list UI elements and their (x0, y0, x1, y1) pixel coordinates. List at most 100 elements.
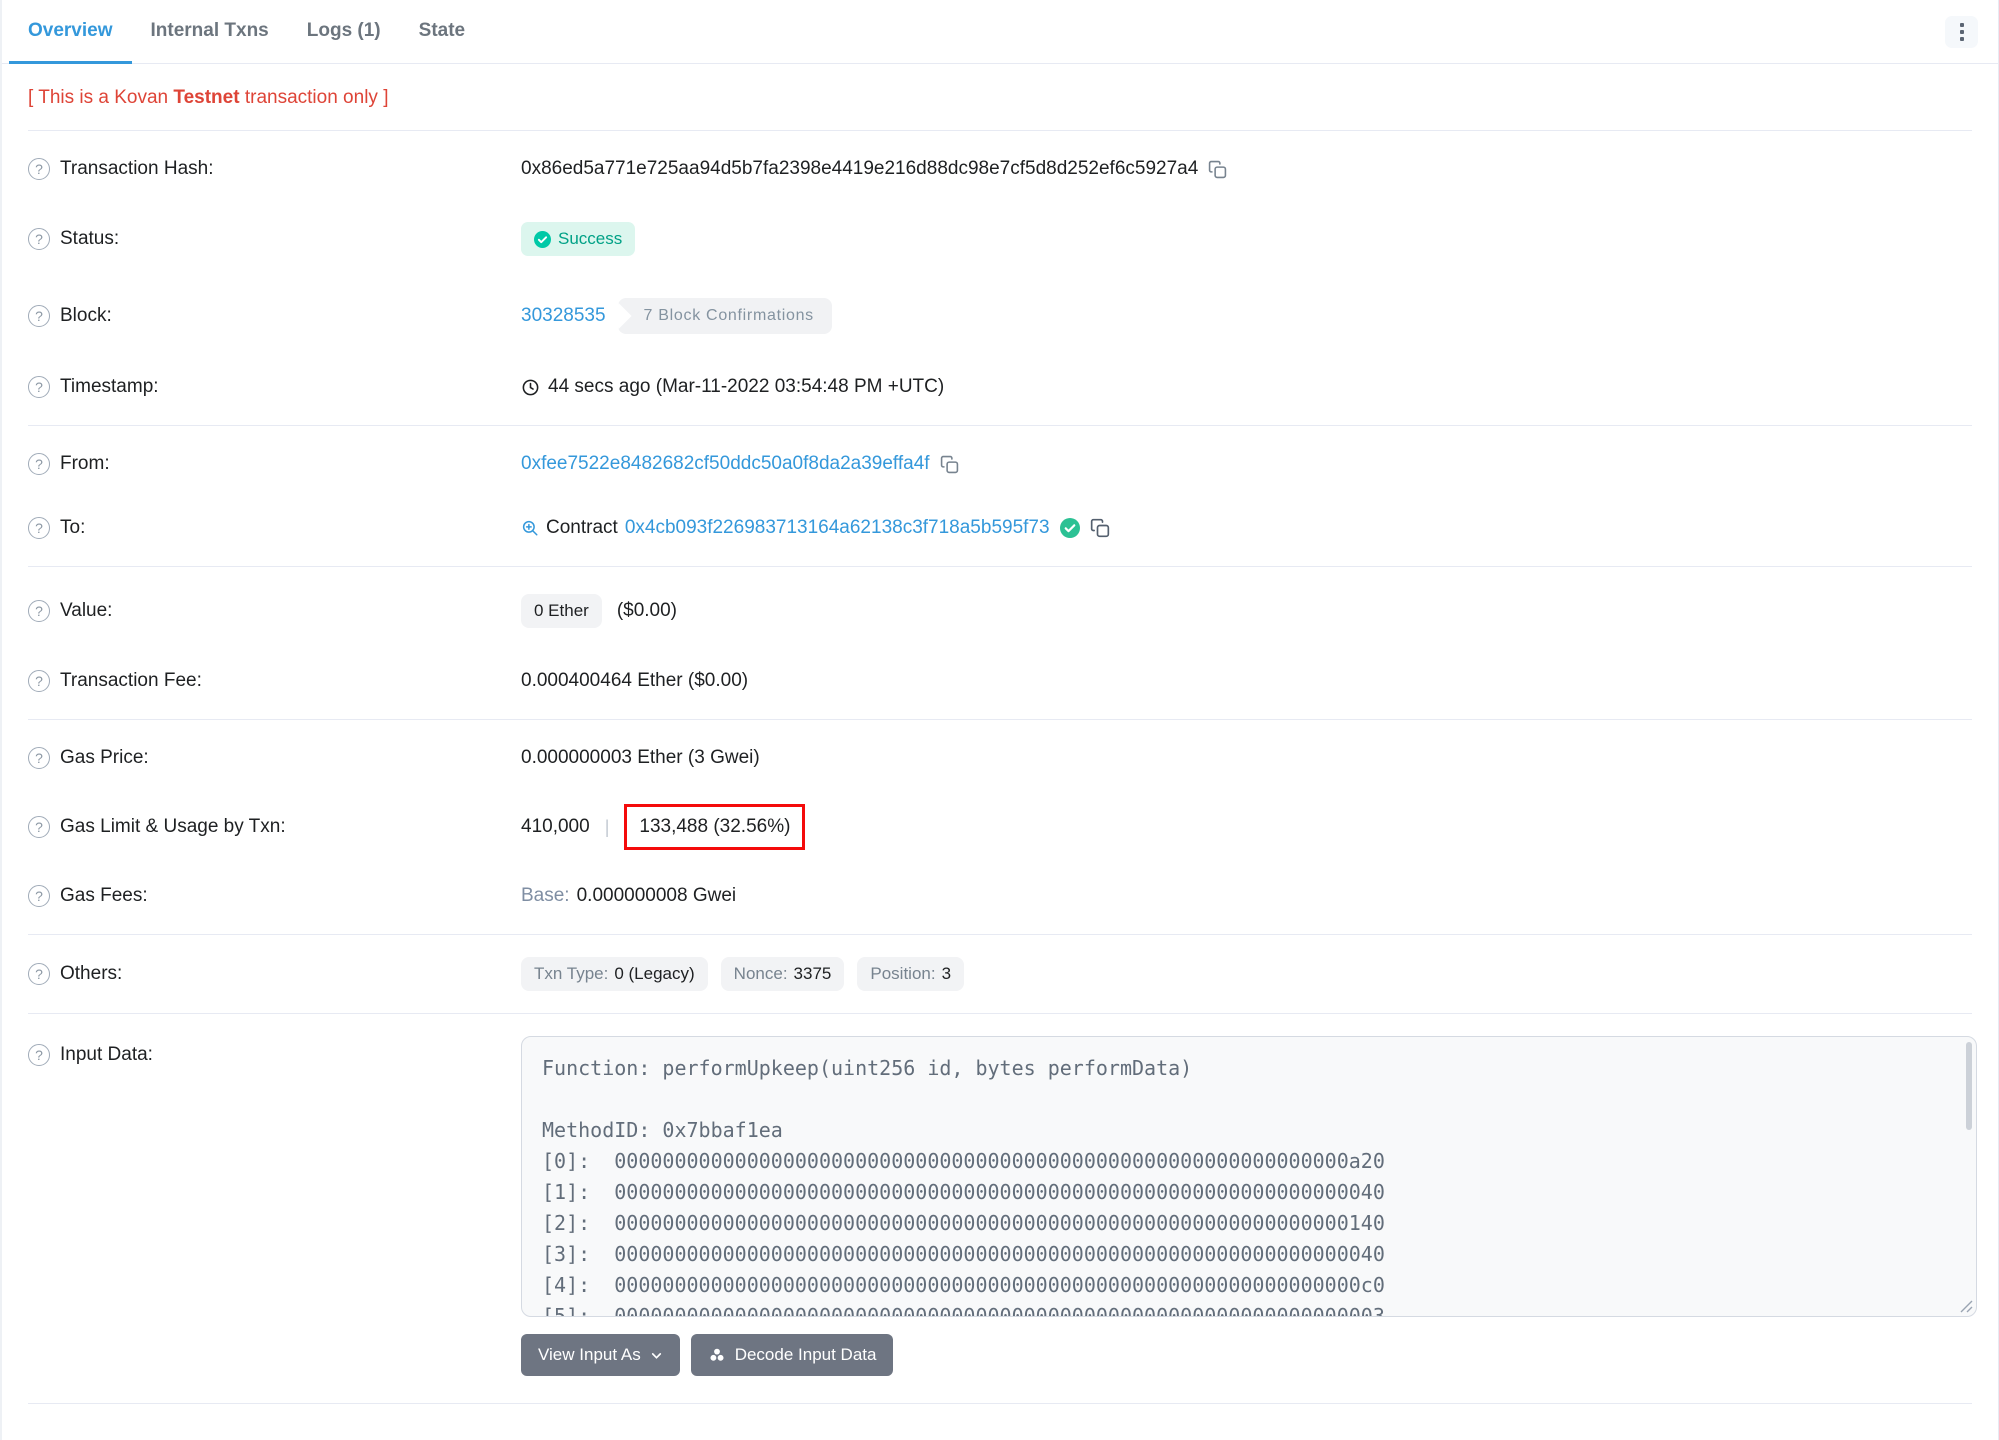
txn-type-badge: Txn Type: 0 (Legacy) (521, 957, 708, 991)
position-value: 3 (941, 964, 952, 983)
help-icon[interactable]: ? (28, 1044, 50, 1066)
status-label: Status: (60, 228, 120, 249)
help-icon[interactable]: ? (28, 816, 50, 838)
transaction-fee-value: 0.000400464 Ether ($0.00) (521, 670, 749, 691)
ellipsis-dot-icon (1959, 36, 1964, 41)
pipe-separator: | (604, 816, 610, 837)
row-gas-price: ? Gas Price: 0.000000003 Ether (3 Gwei) (28, 726, 1972, 790)
txn-type-value: 0 (Legacy) (614, 964, 695, 983)
row-status: ? Status: Success (28, 201, 1972, 277)
from-label: From: (60, 453, 110, 474)
row-gas-fees: ? Gas Fees: Base: 0.000000008 Gwei (28, 864, 1972, 928)
gas-fees-base-value: 0.000000008 Gwei (576, 885, 737, 906)
help-icon[interactable]: ? (28, 747, 50, 769)
help-icon[interactable]: ? (28, 517, 50, 539)
ellipsis-dot-icon (1959, 29, 1964, 34)
block-confirmations-badge: 7 Block Confirmations (617, 298, 832, 334)
gas-limit-value: 410,000 (521, 816, 590, 837)
copy-icon[interactable] (940, 455, 959, 474)
gas-fees-base-label: Base: (521, 885, 570, 906)
help-icon[interactable]: ? (28, 228, 50, 250)
decode-input-data-button[interactable]: Decode Input Data (690, 1334, 894, 1376)
clock-icon (522, 379, 539, 395)
value-badge: 0 Ether (521, 594, 602, 628)
input-data-word-0: [0]: 00000000000000000000000000000000000… (542, 1149, 1385, 1173)
help-icon[interactable]: ? (28, 670, 50, 692)
copy-icon[interactable] (1090, 518, 1110, 538)
gas-price-value: 0.000000003 Ether (3 Gwei) (521, 747, 760, 768)
help-icon[interactable]: ? (28, 376, 50, 398)
help-icon[interactable]: ? (28, 963, 50, 985)
input-data-word-2: [2]: 00000000000000000000000000000000000… (542, 1211, 1385, 1235)
txn-type-key: Txn Type: (534, 964, 609, 983)
input-data-word-1: [1]: 00000000000000000000000000000000000… (542, 1180, 1385, 1204)
tab-internal-txns[interactable]: Internal Txns (132, 0, 288, 64)
gas-price-label: Gas Price: (60, 747, 149, 768)
testnet-warning: [ This is a Kovan Testnet transaction on… (28, 64, 1972, 130)
nonce-value: 3375 (793, 964, 832, 983)
help-icon[interactable]: ? (28, 305, 50, 327)
transaction-hash-value: 0x86ed5a771e725aa94d5b7fa2398e4419e216d8… (521, 158, 1199, 179)
tab-overview[interactable]: Overview (9, 0, 132, 64)
more-options-button[interactable] (1945, 15, 1978, 48)
scrollbar-thumb[interactable] (1966, 1042, 1972, 1130)
nonce-key: Nonce: (733, 964, 788, 983)
others-badges: Txn Type: 0 (Legacy) Nonce: 3375 Positio… (521, 957, 965, 991)
view-input-as-button[interactable]: View Input As (521, 1334, 680, 1376)
row-others: ? Others: Txn Type: 0 (Legacy) Nonce: 33… (28, 941, 1972, 1007)
gas-limit-label: Gas Limit & Usage by Txn: (60, 816, 286, 837)
position-badge: Position: 3 (857, 957, 965, 991)
input-data-methodid-line: MethodID: 0x7bbaf1ea (542, 1118, 783, 1142)
section-others: ? Others: Txn Type: 0 (Legacy) Nonce: 33… (28, 935, 1972, 1013)
success-check-icon (534, 230, 551, 248)
gas-usage-highlight-box: 133,488 (32.56%) (624, 804, 806, 850)
status-badge-label: Success (558, 229, 623, 248)
input-data-blank-line (542, 1084, 1956, 1115)
to-contract-link[interactable]: 0x4cb093f226983713164a62138c3f718a5b595f… (625, 517, 1050, 539)
view-input-as-label: View Input As (538, 1345, 641, 1364)
zoom-in-icon[interactable] (521, 519, 539, 537)
block-link[interactable]: 30328535 (521, 305, 606, 327)
tab-state[interactable]: State (400, 0, 484, 64)
input-data-actions: View Input As Decode Input Data (521, 1334, 1972, 1376)
input-data-label: Input Data: (60, 1044, 153, 1065)
input-data-function-line: Function: performUpkeep(uint256 id, byte… (542, 1056, 1193, 1080)
help-icon[interactable]: ? (28, 158, 50, 180)
section-input-data: ? Input Data: Function: performUpkeep(ui… (28, 1014, 1977, 1403)
row-input-data: ? Input Data: Function: performUpkeep(ui… (28, 1020, 1977, 1397)
chevron-down-icon (651, 1352, 661, 1359)
verified-check-icon (1059, 518, 1080, 538)
from-address-link[interactable]: 0xfee7522e8482682cf50ddc50a0f8da2a39effa… (521, 453, 930, 475)
tab-bar: Overview Internal Txns Logs (1) State (2, 0, 1998, 64)
value-usd: ($0.00) (616, 600, 678, 621)
section-gas: ? Gas Price: 0.000000003 Ether (3 Gwei) … (28, 720, 1972, 934)
row-gas-limit-usage: ? Gas Limit & Usage by Txn: 410,000 | 13… (28, 790, 1972, 864)
timestamp-value: 44 secs ago (Mar-11-2022 03:54:48 PM +UT… (548, 376, 945, 397)
decode-icon (709, 1347, 724, 1362)
tab-logs[interactable]: Logs (1) (288, 0, 400, 64)
testnet-warning-prefix: [ This is a Kovan (28, 87, 174, 108)
resize-grip-icon[interactable] (1960, 1300, 1973, 1313)
position-key: Position: (870, 964, 936, 983)
row-transaction-fee: ? Transaction Fee: 0.000400464 Ether ($0… (28, 649, 1972, 713)
gas-fees-label: Gas Fees: (60, 885, 148, 906)
contract-word: Contract (546, 517, 618, 538)
help-icon[interactable]: ? (28, 885, 50, 907)
input-data-box[interactable]: Function: performUpkeep(uint256 id, byte… (521, 1036, 1977, 1317)
section-parties: ? From: 0xfee7522e8482682cf50ddc50a0f8da… (28, 426, 1972, 566)
input-data-word-4: [4]: 00000000000000000000000000000000000… (542, 1273, 1385, 1297)
row-timestamp: ? Timestamp: 44 secs ago (Mar-11-2022 03… (28, 355, 1972, 419)
row-to: ? To: Contract 0x4cb093f226983713164a621… (28, 496, 1972, 560)
help-icon[interactable]: ? (28, 600, 50, 622)
transaction-hash-label: Transaction Hash: (60, 158, 214, 179)
help-icon[interactable]: ? (28, 453, 50, 475)
section-value: ? Value: 0 Ether ($0.00) ? Transaction F… (28, 567, 1972, 719)
block-label: Block: (60, 305, 112, 326)
status-badge: Success (521, 222, 636, 256)
copy-icon[interactable] (1208, 160, 1227, 179)
timestamp-label: Timestamp: (60, 376, 159, 397)
testnet-warning-suffix: transaction only ] (239, 87, 389, 108)
transaction-fee-label: Transaction Fee: (60, 670, 202, 691)
testnet-warning-bold: Testnet (173, 87, 240, 108)
transaction-detail-card: Overview Internal Txns Logs (1) State [ … (0, 0, 1999, 1440)
